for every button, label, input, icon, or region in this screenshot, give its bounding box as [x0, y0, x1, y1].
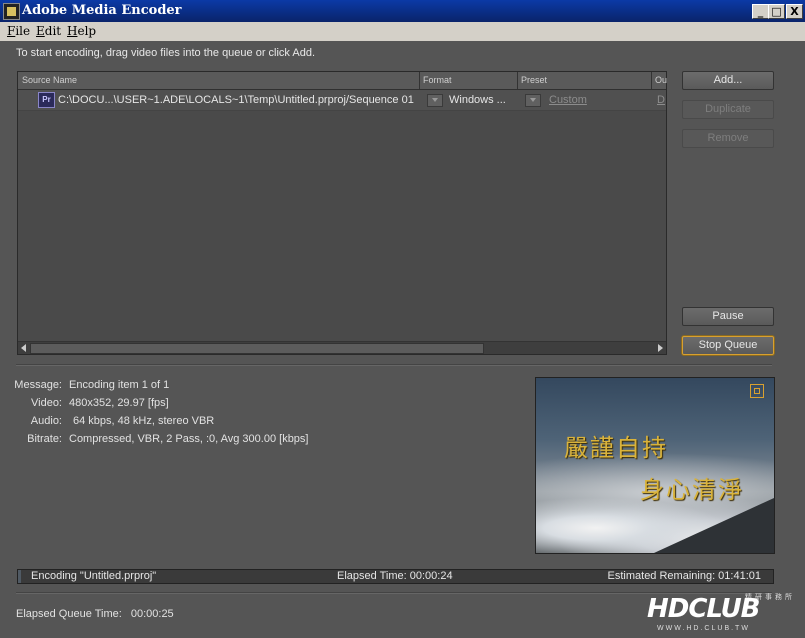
col-format[interactable]: Format [423, 75, 452, 85]
queue-time-value: 00:00:25 [130, 608, 174, 620]
close-button[interactable]: X [786, 4, 803, 19]
row-output-link[interactable]: D [657, 94, 665, 106]
menu-help[interactable]: Help [67, 24, 96, 38]
row-format[interactable]: Windows ... [449, 94, 506, 106]
col-divider[interactable] [517, 72, 518, 89]
scroll-right-icon[interactable] [658, 344, 663, 352]
encode-queue[interactable]: Source Name Format Preset Ou Pr C:\DOCU.… [17, 71, 667, 355]
col-divider[interactable] [651, 72, 652, 89]
queue-header: Source Name Format Preset Ou [18, 72, 667, 90]
col-source-name[interactable]: Source Name [22, 75, 77, 85]
bitrate-value: Compressed, VBR, 2 Pass, :0, Avg 300.00 … [69, 433, 309, 445]
col-output[interactable]: Ou [655, 75, 667, 85]
pause-button[interactable]: Pause [682, 307, 774, 326]
instructions-text: To start encoding, drag video files into… [16, 47, 316, 59]
window-title: Adobe Media Encoder [22, 3, 182, 18]
row-preset-link[interactable]: Custom [549, 94, 587, 106]
estimated-remaining: Estimated Remaining: 01:41:01 [607, 570, 761, 582]
preview-caption-1: 嚴謹自持 [564, 434, 668, 462]
preview-mountain [654, 498, 774, 553]
watermark-main-text: HDCLUB [647, 594, 760, 624]
encoding-progress-bar: Encoding "Untitled.prproj" Elapsed Time:… [17, 569, 774, 584]
elapsed-time: Elapsed Time: 00:00:24 [337, 570, 453, 582]
watermark-logo: 精研事務所 HDCLUB WWW.HD.CLUB.TW [647, 592, 797, 632]
menu-bar: File Edit Help [0, 22, 805, 41]
remove-button[interactable]: Remove [682, 129, 774, 148]
progress-fill [18, 570, 22, 583]
add-button[interactable]: Add... [682, 71, 774, 90]
queue-time-label: Elapsed Queue Time: [16, 608, 122, 620]
menu-file[interactable]: File [7, 24, 30, 38]
app-icon[interactable] [3, 3, 20, 20]
audio-label: Audio: [30, 415, 62, 427]
queue-row[interactable]: Pr C:\DOCU...\USER~1.ADE\LOCALS~1\Temp\U… [18, 90, 666, 111]
col-divider[interactable] [419, 72, 420, 89]
horizontal-scrollbar[interactable] [18, 341, 666, 354]
minimize-button[interactable]: _ [752, 4, 769, 19]
message-label: Message: [14, 379, 62, 391]
scroll-thumb[interactable] [30, 343, 484, 354]
main-panel: To start encoding, drag video files into… [0, 41, 805, 638]
expand-preview-icon[interactable] [750, 384, 764, 398]
preset-dropdown[interactable] [525, 94, 541, 107]
encoding-status: Encoding "Untitled.prproj" [31, 570, 157, 582]
row-source-name: C:\DOCU...\USER~1.ADE\LOCALS~1\Temp\Unti… [58, 94, 414, 106]
bitrate-label: Bitrate: [27, 433, 62, 445]
watermark-url: WWW.HD.CLUB.TW [657, 625, 750, 632]
video-value: 480x352, 29.97 [fps] [69, 397, 169, 409]
message-value: Encoding item 1 of 1 [69, 379, 170, 391]
elapsed-queue-time: Elapsed Queue Time: 00:00:25 [16, 608, 174, 620]
title-bar: Adobe Media Encoder _ □ X [0, 0, 805, 22]
audio-value: 64 kbps, 48 kHz, stereo VBR [73, 415, 215, 427]
section-divider [16, 364, 772, 366]
duplicate-button[interactable]: Duplicate [682, 100, 774, 119]
preview-caption-2: 身心清淨 [640, 476, 744, 504]
video-preview: 嚴謹自持 身心清淨 [535, 377, 775, 554]
menu-edit[interactable]: Edit [36, 24, 61, 38]
scroll-left-icon[interactable] [21, 344, 26, 352]
maximize-button[interactable]: □ [768, 4, 785, 19]
video-label: Video: [31, 397, 62, 409]
col-preset[interactable]: Preset [521, 75, 547, 85]
stop-queue-button[interactable]: Stop Queue [682, 336, 774, 355]
premiere-project-icon: Pr [38, 92, 55, 108]
format-dropdown[interactable] [427, 94, 443, 107]
